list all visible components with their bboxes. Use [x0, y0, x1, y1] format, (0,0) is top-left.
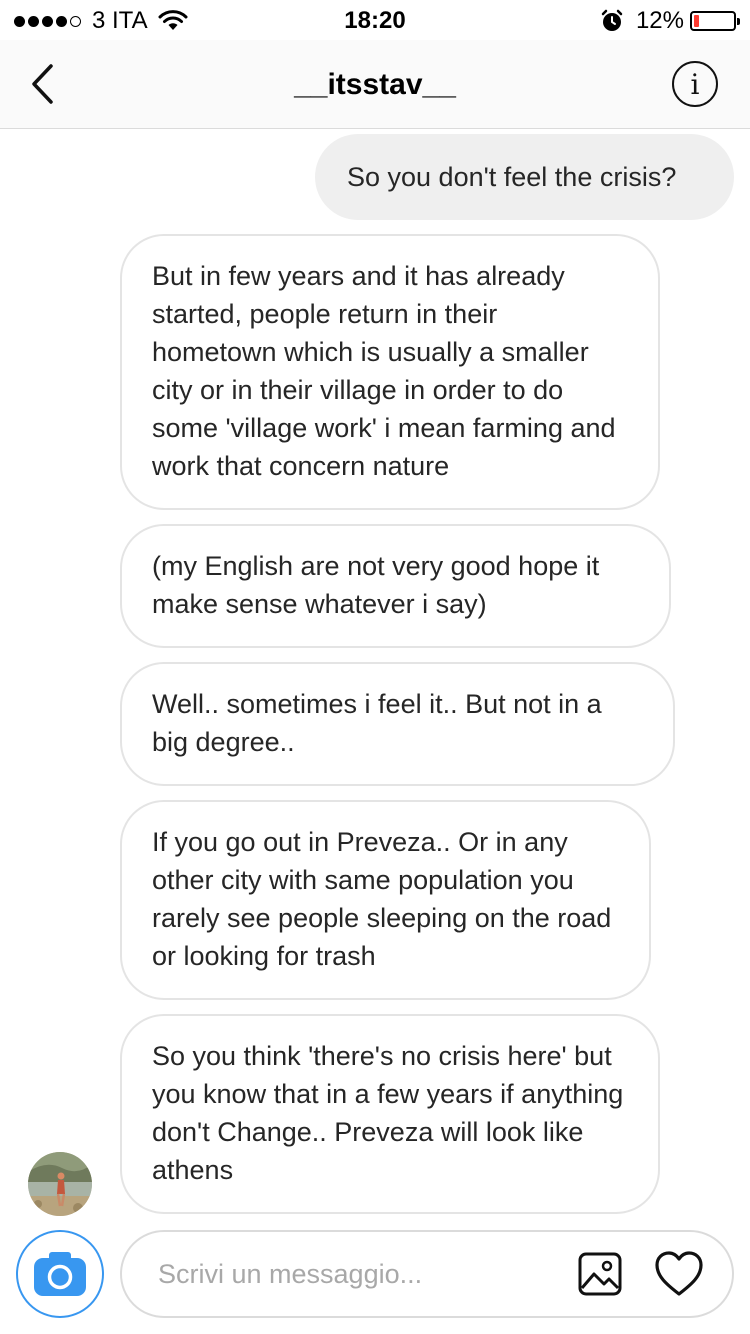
message-input[interactable] — [158, 1232, 538, 1316]
info-icon: i — [690, 67, 700, 101]
chat-header: __itsstav__ i — [0, 40, 750, 129]
message-text: (my English are not very good hope it ma… — [152, 551, 600, 619]
info-button[interactable]: i — [672, 61, 718, 107]
heart-icon — [655, 1251, 703, 1296]
message-text: Well.. sometimes i feel it.. But not in … — [152, 689, 602, 757]
message-bubble-sent[interactable]: So you don't feel the crisis? — [315, 134, 734, 220]
like-button[interactable] — [654, 1250, 704, 1298]
message-bubble-received[interactable]: If you go out in Preveza.. Or in any oth… — [120, 800, 651, 1000]
status-bar: 3 ITA 18:20 12% — [0, 0, 750, 40]
camera-button[interactable] — [16, 1230, 104, 1318]
camera-icon — [34, 1252, 86, 1296]
battery-level — [694, 15, 699, 27]
message-text: But in few years and it has already star… — [152, 261, 616, 481]
conversation-title[interactable]: __itsstav__ — [0, 68, 750, 102]
message-composer — [120, 1230, 734, 1318]
gallery-button[interactable] — [578, 1252, 622, 1296]
battery-percent: 12% — [635, 7, 684, 34]
avatar-photo — [28, 1152, 92, 1216]
alarm-icon — [601, 9, 623, 31]
message-text: So you think 'there's no crisis here' bu… — [152, 1041, 624, 1185]
message-bubble-received[interactable]: Well.. sometimes i feel it.. But not in … — [120, 662, 675, 786]
message-text: If you go out in Preveza.. Or in any oth… — [152, 827, 612, 971]
message-bubble-received[interactable]: But in few years and it has already star… — [120, 234, 660, 510]
message-bubble-received[interactable]: So you think 'there's no crisis here' bu… — [120, 1014, 660, 1214]
image-icon — [578, 1252, 622, 1296]
avatar[interactable] — [28, 1152, 92, 1216]
message-bubble-received[interactable]: (my English are not very good hope it ma… — [120, 524, 671, 648]
battery-icon — [690, 11, 740, 31]
screen: 3 ITA 18:20 12% __itsstav__ i So you don… — [0, 0, 750, 1334]
status-right: 12% — [600, 7, 740, 34]
message-text: So you don't feel the crisis? — [347, 162, 677, 192]
